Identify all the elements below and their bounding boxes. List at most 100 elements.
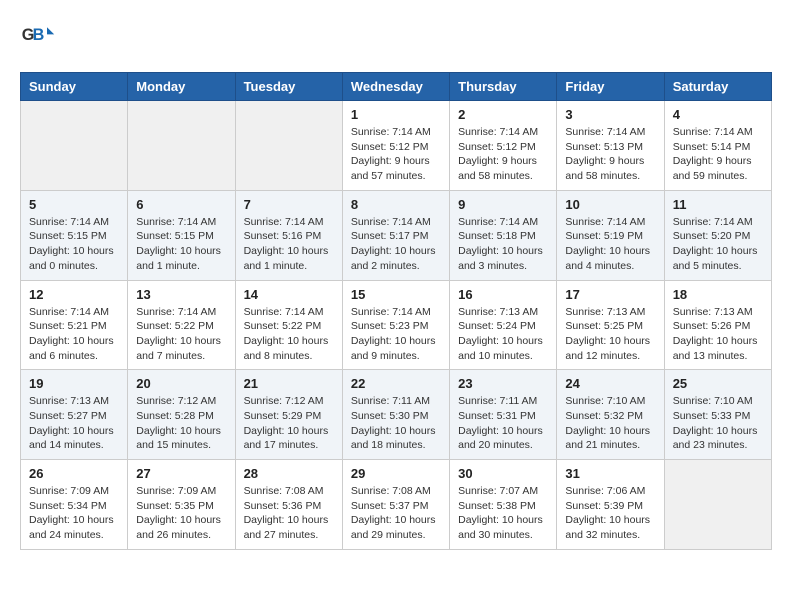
day-info: Sunrise: 7:13 AMSunset: 5:24 PMDaylight:… xyxy=(458,305,548,364)
day-number: 1 xyxy=(351,107,441,122)
day-number: 11 xyxy=(673,197,763,212)
calendar: SundayMondayTuesdayWednesdayThursdayFrid… xyxy=(20,72,772,550)
day-number: 20 xyxy=(136,376,226,391)
day-number: 18 xyxy=(673,287,763,302)
calendar-cell: 5 Sunrise: 7:14 AMSunset: 5:15 PMDaylight… xyxy=(21,190,128,280)
day-info: Sunrise: 7:11 AMSunset: 5:31 PMDaylight:… xyxy=(458,394,548,453)
day-info: Sunrise: 7:14 AMSunset: 5:21 PMDaylight:… xyxy=(29,305,119,364)
day-info: Sunrise: 7:12 AMSunset: 5:29 PMDaylight:… xyxy=(244,394,334,453)
day-number: 30 xyxy=(458,466,548,481)
day-number: 28 xyxy=(244,466,334,481)
calendar-body: 1 Sunrise: 7:14 AMSunset: 5:12 PMDaylight… xyxy=(21,101,772,550)
calendar-cell: 30 Sunrise: 7:07 AMSunset: 5:38 PMDayligh… xyxy=(450,460,557,550)
day-number: 5 xyxy=(29,197,119,212)
calendar-cell: 16 Sunrise: 7:13 AMSunset: 5:24 PMDayligh… xyxy=(450,280,557,370)
day-number: 10 xyxy=(565,197,655,212)
day-info: Sunrise: 7:08 AMSunset: 5:37 PMDaylight:… xyxy=(351,484,441,543)
day-info: Sunrise: 7:14 AMSunset: 5:19 PMDaylight:… xyxy=(565,215,655,274)
calendar-week-row: 5 Sunrise: 7:14 AMSunset: 5:15 PMDaylight… xyxy=(21,190,772,280)
calendar-cell: 31 Sunrise: 7:06 AMSunset: 5:39 PMDayligh… xyxy=(557,460,664,550)
calendar-cell: 7 Sunrise: 7:14 AMSunset: 5:16 PMDaylight… xyxy=(235,190,342,280)
day-info: Sunrise: 7:13 AMSunset: 5:25 PMDaylight:… xyxy=(565,305,655,364)
calendar-cell: 21 Sunrise: 7:12 AMSunset: 5:29 PMDayligh… xyxy=(235,370,342,460)
calendar-cell: 27 Sunrise: 7:09 AMSunset: 5:35 PMDayligh… xyxy=(128,460,235,550)
day-number: 31 xyxy=(565,466,655,481)
day-number: 21 xyxy=(244,376,334,391)
calendar-cell: 24Sunrise: 7:10 AMSunset: 5:32 PMDayligh… xyxy=(557,370,664,460)
page-header: G B xyxy=(20,20,772,56)
day-info: Sunrise: 7:14 AMSunset: 5:12 PMDaylight:… xyxy=(351,125,441,184)
calendar-cell: 6 Sunrise: 7:14 AMSunset: 5:15 PMDaylight… xyxy=(128,190,235,280)
calendar-cell: 20 Sunrise: 7:12 AMSunset: 5:28 PMDayligh… xyxy=(128,370,235,460)
day-info: Sunrise: 7:14 AMSunset: 5:22 PMDaylight:… xyxy=(136,305,226,364)
calendar-cell: 11 Sunrise: 7:14 AMSunset: 5:20 PMDayligh… xyxy=(664,190,771,280)
day-info: Sunrise: 7:07 AMSunset: 5:38 PMDaylight:… xyxy=(458,484,548,543)
day-info: Sunrise: 7:14 AMSunset: 5:20 PMDaylight:… xyxy=(673,215,763,274)
calendar-cell xyxy=(21,101,128,191)
weekday-header-cell: Wednesday xyxy=(342,73,449,101)
weekday-header-cell: Thursday xyxy=(450,73,557,101)
calendar-cell: 10 Sunrise: 7:14 AMSunset: 5:19 PMDayligh… xyxy=(557,190,664,280)
day-number: 23 xyxy=(458,376,548,391)
day-info: Sunrise: 7:10 AMSunset: 5:33 PMDaylight:… xyxy=(673,394,763,453)
calendar-cell: 25 Sunrise: 7:10 AMSunset: 5:33 PMDayligh… xyxy=(664,370,771,460)
weekday-header-cell: Friday xyxy=(557,73,664,101)
calendar-cell xyxy=(664,460,771,550)
calendar-cell: 18Sunrise: 7:13 AMSunset: 5:26 PMDayligh… xyxy=(664,280,771,370)
calendar-cell: 15Sunrise: 7:14 AMSunset: 5:23 PMDayligh… xyxy=(342,280,449,370)
calendar-week-row: 26 Sunrise: 7:09 AMSunset: 5:34 PMDayligh… xyxy=(21,460,772,550)
calendar-cell: 3Sunrise: 7:14 AMSunset: 5:13 PMDaylight… xyxy=(557,101,664,191)
day-info: Sunrise: 7:14 AMSunset: 5:16 PMDaylight:… xyxy=(244,215,334,274)
day-info: Sunrise: 7:06 AMSunset: 5:39 PMDaylight:… xyxy=(565,484,655,543)
logo-icon: G B xyxy=(20,20,56,56)
calendar-cell: 22 Sunrise: 7:11 AMSunset: 5:30 PMDayligh… xyxy=(342,370,449,460)
day-number: 26 xyxy=(29,466,119,481)
calendar-cell xyxy=(235,101,342,191)
calendar-cell: 12 Sunrise: 7:14 AMSunset: 5:21 PMDayligh… xyxy=(21,280,128,370)
day-number: 24 xyxy=(565,376,655,391)
day-info: Sunrise: 7:14 AMSunset: 5:22 PMDaylight:… xyxy=(244,305,334,364)
calendar-cell: 8Sunrise: 7:14 AMSunset: 5:17 PMDaylight… xyxy=(342,190,449,280)
calendar-cell: 19 Sunrise: 7:13 AMSunset: 5:27 PMDayligh… xyxy=(21,370,128,460)
weekday-header-cell: Monday xyxy=(128,73,235,101)
day-number: 2 xyxy=(458,107,548,122)
logo: G B xyxy=(20,20,60,56)
day-info: Sunrise: 7:08 AMSunset: 5:36 PMDaylight:… xyxy=(244,484,334,543)
day-info: Sunrise: 7:14 AMSunset: 5:14 PMDaylight:… xyxy=(673,125,763,184)
calendar-cell: 28 Sunrise: 7:08 AMSunset: 5:36 PMDayligh… xyxy=(235,460,342,550)
calendar-cell: 23 Sunrise: 7:11 AMSunset: 5:31 PMDayligh… xyxy=(450,370,557,460)
day-number: 17 xyxy=(565,287,655,302)
calendar-cell: 13 Sunrise: 7:14 AMSunset: 5:22 PMDayligh… xyxy=(128,280,235,370)
day-number: 14 xyxy=(244,287,334,302)
day-number: 16 xyxy=(458,287,548,302)
calendar-cell: 4Sunrise: 7:14 AMSunset: 5:14 PMDaylight… xyxy=(664,101,771,191)
svg-text:B: B xyxy=(33,26,45,44)
calendar-week-row: 12 Sunrise: 7:14 AMSunset: 5:21 PMDayligh… xyxy=(21,280,772,370)
day-info: Sunrise: 7:14 AMSunset: 5:15 PMDaylight:… xyxy=(136,215,226,274)
day-number: 8 xyxy=(351,197,441,212)
day-number: 9 xyxy=(458,197,548,212)
calendar-cell: 1 Sunrise: 7:14 AMSunset: 5:12 PMDaylight… xyxy=(342,101,449,191)
day-info: Sunrise: 7:09 AMSunset: 5:35 PMDaylight:… xyxy=(136,484,226,543)
day-number: 3 xyxy=(565,107,655,122)
day-number: 27 xyxy=(136,466,226,481)
weekday-header-cell: Sunday xyxy=(21,73,128,101)
day-number: 25 xyxy=(673,376,763,391)
calendar-cell: 14 Sunrise: 7:14 AMSunset: 5:22 PMDayligh… xyxy=(235,280,342,370)
day-info: Sunrise: 7:12 AMSunset: 5:28 PMDaylight:… xyxy=(136,394,226,453)
day-number: 7 xyxy=(244,197,334,212)
day-number: 6 xyxy=(136,197,226,212)
day-info: Sunrise: 7:11 AMSunset: 5:30 PMDaylight:… xyxy=(351,394,441,453)
day-info: Sunrise: 7:09 AMSunset: 5:34 PMDaylight:… xyxy=(29,484,119,543)
day-number: 13 xyxy=(136,287,226,302)
day-info: Sunrise: 7:13 AMSunset: 5:27 PMDaylight:… xyxy=(29,394,119,453)
calendar-cell: 26 Sunrise: 7:09 AMSunset: 5:34 PMDayligh… xyxy=(21,460,128,550)
day-number: 29 xyxy=(351,466,441,481)
day-number: 22 xyxy=(351,376,441,391)
day-number: 12 xyxy=(29,287,119,302)
calendar-cell: 9Sunrise: 7:14 AMSunset: 5:18 PMDaylight… xyxy=(450,190,557,280)
calendar-week-row: 19 Sunrise: 7:13 AMSunset: 5:27 PMDayligh… xyxy=(21,370,772,460)
day-info: Sunrise: 7:14 AMSunset: 5:15 PMDaylight:… xyxy=(29,215,119,274)
day-number: 19 xyxy=(29,376,119,391)
calendar-cell: 2Sunrise: 7:14 AMSunset: 5:12 PMDaylight… xyxy=(450,101,557,191)
